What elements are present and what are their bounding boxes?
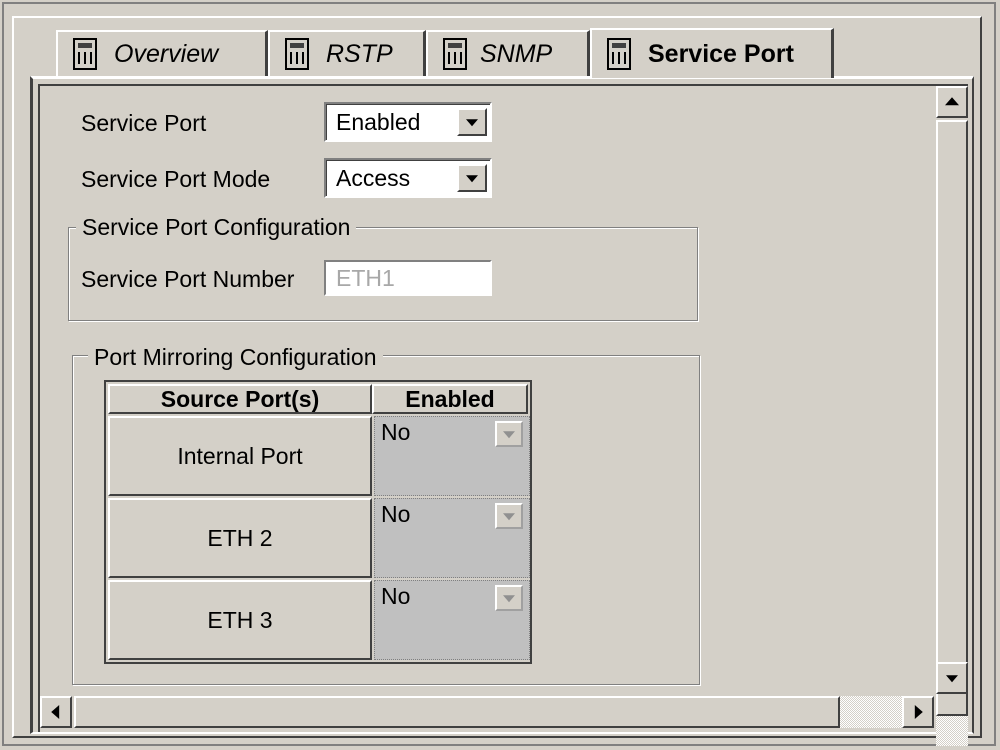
tab-snmp[interactable]: SNMP — [426, 30, 590, 76]
port-mirroring-table: Source Port(s) Enabled Internal Port No … — [104, 380, 532, 664]
vertical-scroll-thumb[interactable] — [936, 120, 968, 716]
chevron-down-icon[interactable] — [495, 503, 523, 529]
tab-label: RSTP — [326, 39, 393, 68]
tab-label: Service Port — [648, 39, 794, 68]
service-port-select[interactable]: Enabled — [324, 102, 492, 142]
device-icon — [440, 38, 470, 70]
column-header-enabled[interactable]: Enabled — [372, 384, 528, 414]
chevron-down-icon[interactable] — [457, 108, 487, 136]
table-row-enabled-select[interactable]: No — [374, 498, 530, 578]
horizontal-scroll-track[interactable] — [840, 696, 902, 728]
vertical-scroll-track[interactable] — [936, 716, 968, 746]
service-port-number-value: ETH1 — [336, 265, 395, 291]
service-port-mode-select[interactable]: Access — [324, 158, 492, 198]
arrow-down-icon[interactable] — [936, 662, 968, 694]
service-port-config-title: Service Port Configuration — [76, 214, 357, 241]
tab-rstp[interactable]: RSTP — [268, 30, 426, 76]
service-port-number-label: Service Port Number — [81, 266, 295, 292]
horizontal-scroll-thumb[interactable] — [74, 696, 840, 728]
table-row-enabled-select[interactable]: No — [374, 416, 530, 496]
device-icon — [604, 38, 634, 70]
service-port-mode-label: Service Port Mode — [81, 166, 271, 192]
horizontal-scrollbar[interactable] — [40, 696, 936, 730]
chevron-down-icon[interactable] — [495, 421, 523, 447]
table-row-enabled-select[interactable]: No — [374, 580, 530, 660]
service-port-label: Service Port — [81, 110, 207, 136]
table-row-enabled-value: No — [381, 501, 411, 527]
service-port-value: Enabled — [336, 109, 421, 135]
vertical-scrollbar[interactable] — [936, 86, 970, 746]
device-icon — [70, 38, 100, 70]
arrow-right-icon[interactable] — [902, 696, 934, 728]
tab-label: SNMP — [480, 39, 553, 68]
table-row-enabled-value: No — [381, 583, 411, 609]
tab-overview[interactable]: Overview — [56, 30, 268, 76]
chevron-down-icon[interactable] — [457, 164, 487, 192]
port-mirroring-title: Port Mirroring Configuration — [88, 344, 383, 371]
service-port-number-field: ETH1 — [324, 260, 492, 296]
arrow-left-icon[interactable] — [40, 696, 72, 728]
tab-service-port[interactable]: Service Port — [590, 28, 834, 78]
column-header-source-ports[interactable]: Source Port(s) — [108, 384, 372, 414]
arrow-up-icon[interactable] — [936, 86, 968, 118]
table-row-port: Internal Port — [108, 416, 372, 496]
table-row-enabled-value: No — [381, 419, 411, 445]
device-icon — [282, 38, 312, 70]
tab-label: Overview — [114, 39, 219, 68]
table-row-port: ETH 3 — [108, 580, 372, 660]
service-port-mode-value: Access — [336, 165, 411, 191]
table-row-port: ETH 2 — [108, 498, 372, 578]
chevron-down-icon[interactable] — [495, 585, 523, 611]
